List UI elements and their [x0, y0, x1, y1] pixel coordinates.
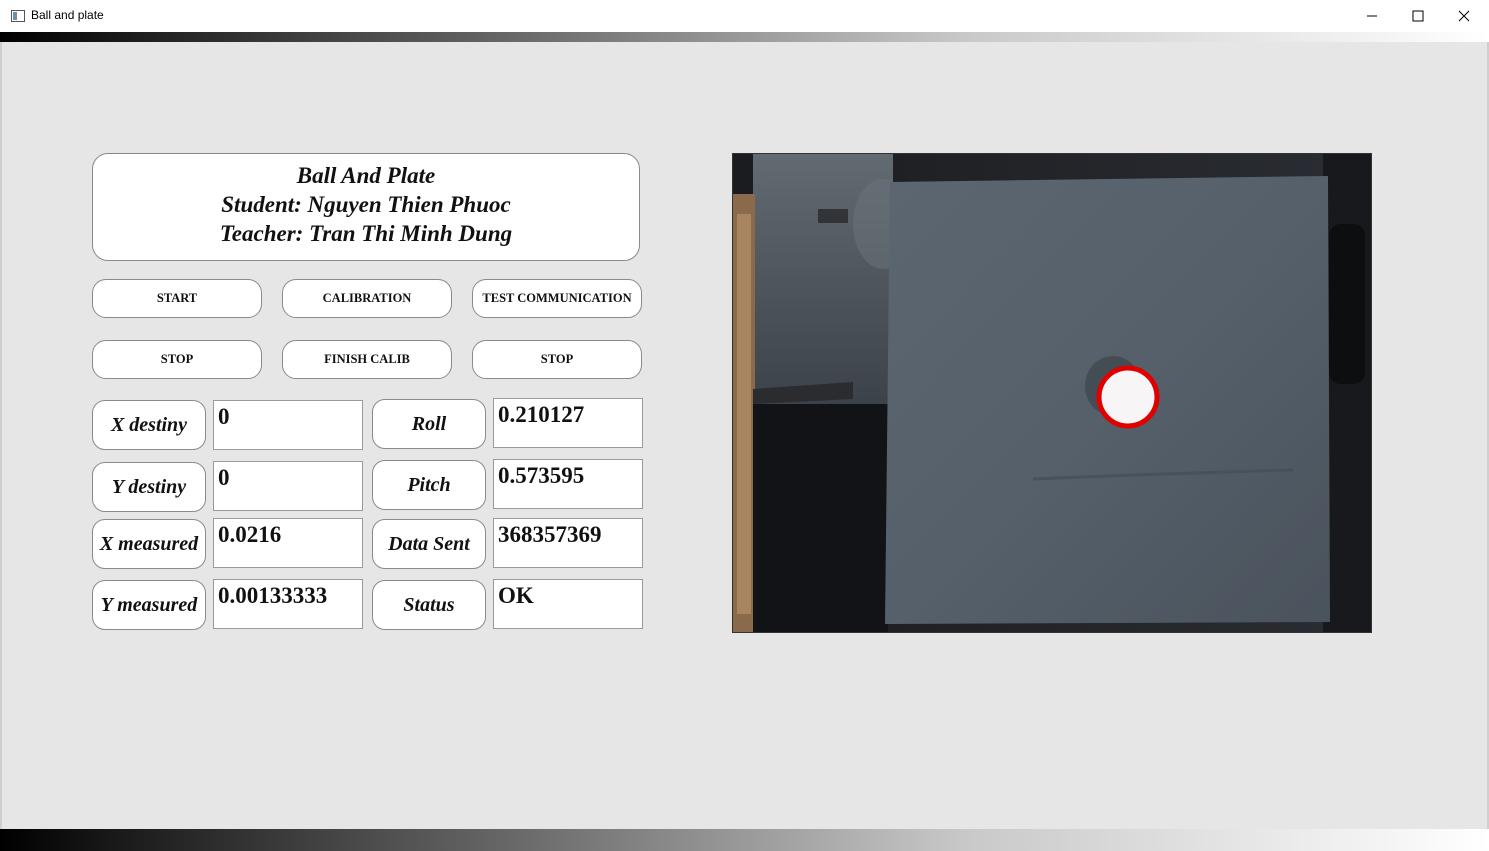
bottom-gradient-bar — [0, 829, 1489, 851]
camera-view — [732, 153, 1372, 633]
y-measured-value: 0.00133333 — [213, 579, 363, 629]
roll-value: 0.210127 — [493, 398, 643, 448]
ball-marker — [1096, 365, 1160, 429]
minimize-button[interactable] — [1349, 0, 1395, 32]
pitch-label: Pitch — [372, 460, 486, 510]
close-icon — [1458, 10, 1470, 22]
stop-button-left[interactable]: STOP — [92, 340, 262, 379]
data-sent-value: 368357369 — [493, 518, 643, 568]
status-label: Status — [372, 580, 486, 630]
student-name: Student: Nguyen Thien Phuoc — [221, 192, 511, 217]
x-destiny-value[interactable]: 0 — [213, 400, 363, 450]
y-measured-label: Y measured — [92, 580, 206, 630]
left-frame-edge — [0, 42, 2, 829]
window-title: Ball and plate — [31, 8, 104, 22]
maximize-button[interactable] — [1395, 0, 1441, 32]
top-gradient-bar — [0, 32, 1489, 42]
start-button[interactable]: START — [92, 279, 262, 318]
test-communication-button[interactable]: TEST COMMUNICATION — [472, 279, 642, 318]
title-bar: Ball and plate — [0, 0, 1489, 33]
y-destiny-value[interactable]: 0 — [213, 461, 363, 511]
x-measured-label: X measured — [92, 519, 206, 569]
project-info-card: Ball And Plate Student: Nguyen Thien Phu… — [92, 153, 640, 261]
stop-button-right[interactable]: STOP — [472, 340, 642, 379]
status-value: OK — [493, 579, 643, 629]
close-button[interactable] — [1441, 0, 1487, 32]
maximize-icon — [1412, 10, 1424, 22]
teacher-name: Teacher: Tran Thi Minh Dung — [219, 221, 513, 246]
x-measured-value: 0.0216 — [213, 518, 363, 568]
minimize-icon — [1367, 15, 1377, 17]
pitch-value: 0.573595 — [493, 459, 643, 509]
calibration-button[interactable]: CALIBRATION — [282, 279, 452, 318]
x-destiny-label: X destiny — [92, 400, 206, 450]
app-icon — [11, 9, 25, 22]
finish-calib-button[interactable]: FINISH CALIB — [282, 340, 452, 379]
y-destiny-label: Y destiny — [92, 462, 206, 512]
project-title: Ball And Plate — [296, 163, 436, 188]
camera-frame-image — [733, 154, 1371, 632]
data-sent-label: Data Sent — [372, 519, 486, 569]
roll-label: Roll — [372, 399, 486, 449]
